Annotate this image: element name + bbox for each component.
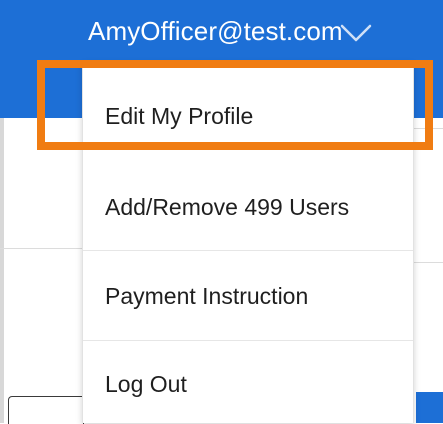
menu-item-label: Add/Remove 499 Users: [105, 193, 350, 220]
account-menu-trigger[interactable]: AmyOfficer@test.com: [60, 0, 443, 62]
menu-item-log-out[interactable]: Log Out: [83, 344, 413, 424]
menu-divider: [83, 250, 413, 251]
chevron-down-icon[interactable]: [336, 10, 376, 50]
page-divider: [0, 248, 82, 249]
right-panel-edge: [412, 118, 443, 423]
left-panel-edge: [0, 118, 4, 423]
page-divider: [412, 262, 443, 263]
menu-item-payment-instruction[interactable]: Payment Instruction: [83, 256, 413, 336]
menu-item-edit-profile[interactable]: Edit My Profile: [83, 76, 413, 156]
account-dropdown-menu: Edit My Profile Add/Remove 499 Users Pay…: [82, 62, 414, 423]
background-button: [416, 392, 443, 423]
menu-divider: [83, 340, 413, 341]
menu-item-add-remove-users[interactable]: Add/Remove 499 Users: [83, 167, 413, 247]
page-divider: [412, 128, 443, 129]
menu-item-label: Log Out: [105, 370, 187, 397]
menu-item-label: Edit My Profile: [105, 102, 254, 129]
account-email: AmyOfficer@test.com: [88, 15, 343, 46]
background-card: [8, 396, 84, 424]
menu-item-label: Payment Instruction: [105, 282, 309, 309]
